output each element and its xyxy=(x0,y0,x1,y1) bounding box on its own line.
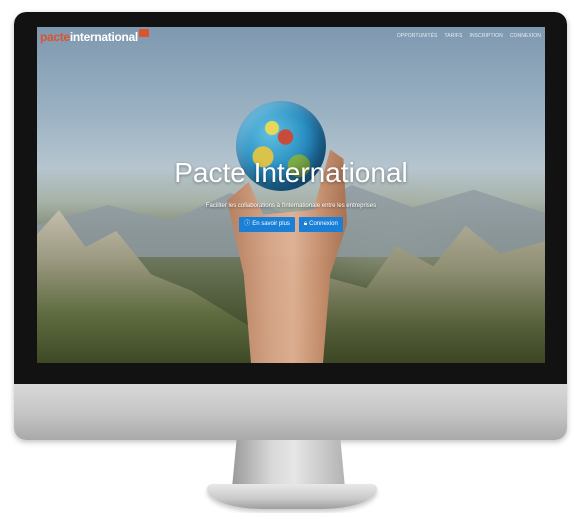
logo-prefix: pacte xyxy=(40,30,70,44)
hero-buttons: ⓘ En savoir plus 🔒︎ Connexion xyxy=(37,217,545,232)
nav-link-inscription[interactable]: INSCRIPTION xyxy=(469,32,502,41)
logo-main: international xyxy=(69,30,138,44)
monitor-chin xyxy=(14,384,567,440)
hero-subtitle: Faciliter les collaborations à l'interna… xyxy=(205,203,377,209)
login-label: Connexion xyxy=(309,221,338,227)
nav-link-opportunites[interactable]: OPPORTUNITÉS xyxy=(397,32,438,41)
nav-link-tarifs[interactable]: TARIFS xyxy=(444,32,462,41)
top-navbar: pacteinternational OPPORTUNITÉS TARIFS I… xyxy=(37,27,545,47)
website-screen: pacteinternational OPPORTUNITÉS TARIFS I… xyxy=(37,27,545,363)
site-logo[interactable]: pacteinternational xyxy=(40,29,149,45)
learn-more-button[interactable]: ⓘ En savoir plus xyxy=(239,217,295,232)
monitor-stand-neck xyxy=(232,440,345,488)
logo-flag-icon xyxy=(138,29,149,37)
monitor-stand-base xyxy=(207,484,377,509)
hero-title: Pacte International xyxy=(174,157,408,188)
lock-icon: 🔒︎ xyxy=(303,221,308,227)
nav-links: OPPORTUNITÉS TARIFS INSCRIPTION CONNEXIO… xyxy=(397,32,541,41)
nav-link-connexion[interactable]: CONNEXION xyxy=(510,32,541,41)
info-icon: ⓘ xyxy=(244,221,251,227)
learn-more-label: En savoir plus xyxy=(252,221,290,227)
login-button[interactable]: 🔒︎ Connexion xyxy=(298,217,343,232)
